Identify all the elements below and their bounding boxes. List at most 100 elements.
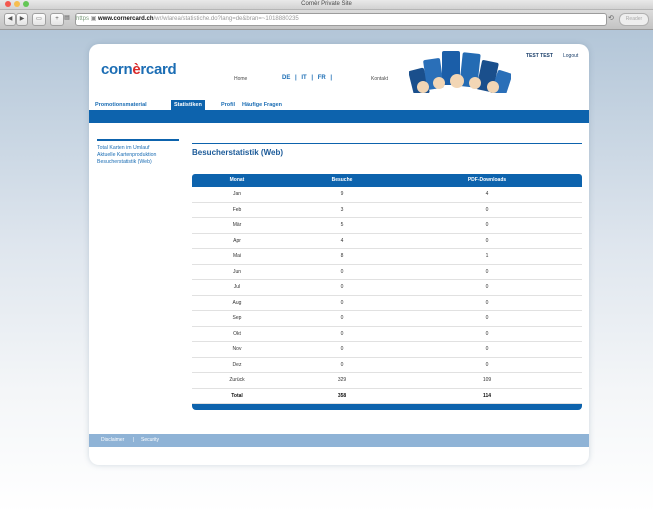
lang-separator: | [311,75,314,81]
table-row: Nov 0 0 [192,342,582,358]
logo-text-a: corn [101,61,133,78]
sidebar: Total Karten im Umlauf Aktuelle Kartenpr… [97,139,179,166]
show-all-tabs-icon[interactable]: ▭ [32,13,46,26]
user-name: TEST TEST [526,53,553,59]
besuche-cell: 8 [340,253,344,259]
bookmarks-icon[interactable]: ▤ [63,13,71,24]
pdf-downloads-cell: 0 [485,222,489,228]
column-header-pdf-downloads: PDF-Downloads [467,177,507,183]
table-row: Okt 0 0 [192,327,582,342]
lang-separator: | [330,75,333,81]
lock-icon: ▣ [90,16,99,22]
table-header: Monat Besuche PDF-Downloads [192,174,582,187]
month-cell: Zurück [229,377,245,383]
lang-it-link[interactable]: IT [301,75,306,81]
month-cell: Apr [233,237,241,244]
footer-bar: Disclaimer | Security [89,434,589,447]
month-cell: Jul [233,284,241,290]
besuche-cell: 4 [340,237,344,244]
pdf-downloads-cell: 109 [482,377,492,383]
table-row: Jul 0 0 [192,280,582,296]
besuche-cell: 0 [340,346,344,352]
month-cell: Aug [232,299,242,306]
besuche-cell: 9 [340,191,344,197]
address-bar[interactable]: https ▣ www.cornercard.ch/wr/wlarea/stat… [75,13,607,26]
lang-separator: | [295,75,297,81]
pdf-downloads-cell: 0 [485,315,489,321]
reader-button[interactable]: Reader [619,13,649,26]
security-link[interactable]: Security [141,434,159,447]
tab-haeufige-fragen[interactable]: Häufige Fragen [242,100,282,110]
table-row: Mär 5 0 [192,218,582,234]
table-row: Feb 3 0 [192,203,582,218]
besuche-cell: 0 [340,284,344,290]
pdf-downloads-cell: 0 [485,284,489,290]
month-cell: Mai [232,253,242,259]
nav-kontakt-link[interactable]: Kontakt [371,76,388,82]
pdf-downloads-cell: 0 [485,330,489,337]
pdf-downloads-cell: 0 [485,206,489,213]
statistics-table: Monat Besuche PDF-Downloads Jan 9 4 Feb 3 0 Mä… [192,174,582,410]
pdf-downloads-cell: 0 [485,237,489,244]
url-host: www.cornercard.ch [98,16,154,22]
language-switcher: DE | IT | FR | [282,75,332,81]
add-bookmark-icon[interactable]: + [50,13,64,26]
site-container: cornèrcard Home DE | IT | FR | Kontakt T… [89,44,589,465]
table-row: Dez 0 0 [192,358,582,373]
browser-toolbar: ◀ ▶ ▭ + ▤ https ▣ www.cornercard.ch/wr/w… [0,10,653,30]
lang-fr-link[interactable]: FR [318,75,326,81]
total-pdf-downloads: 114 [482,392,492,399]
besuche-cell: 0 [340,361,344,368]
page-title: Besucherstatistik (Web) [192,148,283,157]
table-body: Jan 9 4 Feb 3 0 Mär 5 0 Apr 4 0 Mai 8 1 Jun 0 0 Jul 0 0 Aug 0 0… [192,187,582,389]
logout-link[interactable]: Logout [563,53,578,59]
disclaimer-link[interactable]: Disclaimer [101,434,124,447]
reload-icon[interactable]: ⟲ [608,14,614,22]
sidebar-item-kartenproduktion[interactable]: Aktuelle Kartenproduktion [97,152,179,159]
month-cell: Sep [232,315,242,321]
sidebar-item-total-karten[interactable]: Total Karten im Umlauf [97,145,179,152]
sidebar-item-besucherstatistik[interactable]: Besucherstatistik (Web) [97,159,179,166]
tab-promotionsmaterial[interactable]: Promotionsmaterial [95,100,147,110]
cards-illustration [409,51,511,101]
besuche-cell: 3 [340,206,344,213]
header-blue-bar [89,110,589,123]
besuche-cell: 0 [340,315,344,321]
column-header-besuche: Besuche [331,177,353,183]
total-label: Total [231,392,243,399]
besuche-cell: 0 [340,268,344,275]
pdf-downloads-cell: 0 [485,268,489,275]
table-row: Zurück 329 109 [192,373,582,389]
url-path: /wr/wlarea/statistiche.do?lang=de&bran=~… [153,16,299,22]
pdf-downloads-cell: 4 [485,191,489,197]
besuche-cell: 329 [337,377,347,383]
forward-button[interactable]: ▶ [16,13,28,26]
pdf-downloads-cell: 0 [485,299,489,306]
window-titlebar: Cornèr Private Site [0,0,653,10]
table-row: Jun 0 0 [192,265,582,280]
table-total-row: Total 358 114 [192,389,582,404]
table-row: Apr 4 0 [192,234,582,249]
lang-de-link[interactable]: DE [282,75,290,81]
table-row: Jan 9 4 [192,187,582,203]
month-cell: Nov [232,346,242,352]
back-button[interactable]: ◀ [4,13,16,26]
table-row: Sep 0 0 [192,311,582,327]
month-cell: Feb [232,206,242,213]
table-footer-bar [192,404,582,410]
pdf-downloads-cell: 0 [485,346,489,352]
footer-separator: | [133,437,135,443]
month-cell: Mär [232,222,242,228]
tab-statistiken[interactable]: Statistiken [171,100,205,110]
month-cell: Jan [232,191,242,197]
besuche-cell: 5 [340,222,344,228]
tab-profil[interactable]: Profil [221,100,235,110]
cornercard-logo[interactable]: cornèrcard [101,61,177,78]
besuche-cell: 0 [340,299,344,306]
besuche-cell: 0 [340,330,344,337]
pdf-downloads-cell: 1 [485,253,489,259]
logo-text-c: rcard [140,61,177,78]
title-divider [192,143,582,144]
nav-home-link[interactable]: Home [234,76,247,82]
total-besuche: 358 [337,392,347,399]
